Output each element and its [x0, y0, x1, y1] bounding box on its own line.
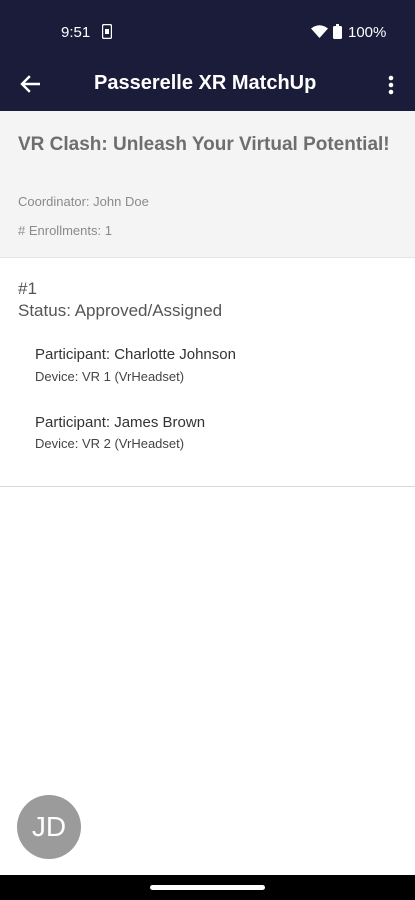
participant-device: Device: VR 2 (VrHeadset) — [35, 436, 185, 451]
participant-device: Device: VR 1 (VrHeadset) — [35, 369, 185, 384]
battery-icon — [333, 24, 342, 44]
event-title: VR Clash: Unleash Your Virtual Potential… — [18, 134, 390, 155]
home-gesture-handle[interactable] — [150, 885, 265, 890]
wifi-icon — [311, 25, 328, 43]
status-time: 9:51 — [61, 24, 91, 41]
back-arrow-icon[interactable] — [12, 66, 48, 102]
enrollment-status: Status: Approved/Assigned — [18, 301, 223, 320]
battery-percent: 100% — [348, 24, 387, 41]
overflow-menu-icon[interactable] — [376, 68, 406, 102]
system-nav-bar — [0, 875, 415, 900]
coordinator-label: Coordinator: John Doe — [18, 194, 149, 209]
participant-name: Participant: James Brown — [35, 414, 206, 431]
app-bar: Passerelle XR MatchUp — [0, 60, 415, 111]
enrollment-number: #1 — [18, 279, 37, 298]
enrollment-card[interactable]: #1 Status: Approved/Assigned Participant… — [0, 258, 415, 487]
sim-icon — [101, 23, 113, 44]
status-bar: 9:51 100% — [0, 0, 415, 60]
event-header: VR Clash: Unleash Your Virtual Potential… — [0, 111, 415, 258]
enrollments-count: # Enrollments: 1 — [18, 223, 112, 238]
user-avatar[interactable]: JD — [17, 795, 81, 859]
app-title: Passerelle XR MatchUp — [94, 72, 317, 94]
participant-name: Participant: Charlotte Johnson — [35, 346, 236, 363]
